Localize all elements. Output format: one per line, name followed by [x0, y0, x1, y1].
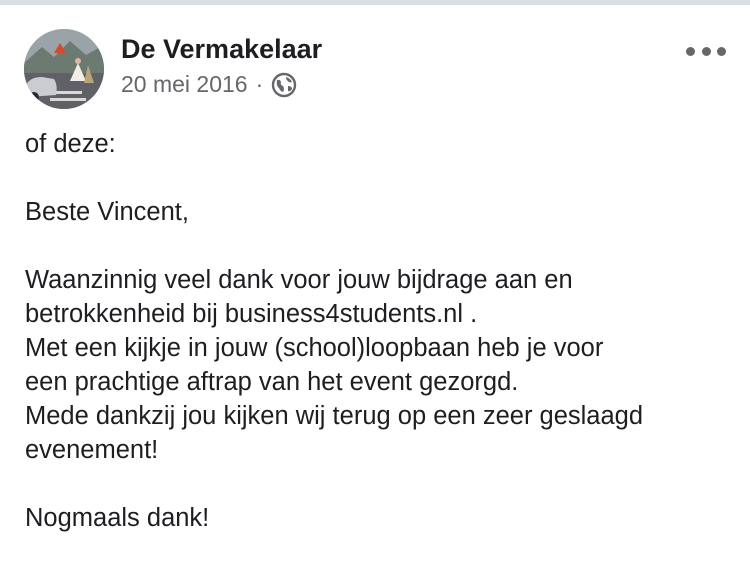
- post-meta: 20 mei 2016 ·: [121, 71, 297, 98]
- post-text-line: Met een kijkje in jouw (school)loopbaan …: [25, 334, 604, 362]
- dot: [701, 46, 711, 56]
- meta-separator: ·: [255, 71, 264, 97]
- globe-icon[interactable]: [271, 72, 297, 98]
- post-text-line: Beste Vincent,: [25, 198, 189, 226]
- avatar-image: [24, 29, 104, 109]
- post-text-line: Waanzinnig veel dank voor jouw bijdrage …: [25, 266, 573, 294]
- post-text-line: Nogmaals dank!: [25, 504, 210, 532]
- post-text-line: evenement!: [25, 436, 159, 464]
- post-card: De Vermakelaar 20 mei 2016 · of deze: Be…: [0, 5, 750, 573]
- post-text-line: Mede dankzij jou kijken wij terug op een…: [25, 402, 644, 430]
- post-date[interactable]: 20 mei 2016: [121, 71, 248, 98]
- author-name[interactable]: De Vermakelaar: [121, 34, 322, 65]
- more-options-icon[interactable]: [686, 39, 726, 63]
- dot: [717, 46, 726, 56]
- avatar[interactable]: [24, 29, 104, 109]
- post-text-line: betrokkenheid bij business4students.nl .: [25, 300, 478, 328]
- post-body: of deze: Beste Vincent, Waanzinnig veel …: [25, 127, 735, 535]
- post-text-line: of deze:: [25, 130, 116, 158]
- dot: [686, 46, 695, 56]
- post-text-line: een prachtige aftrap van het event gezor…: [25, 368, 519, 396]
